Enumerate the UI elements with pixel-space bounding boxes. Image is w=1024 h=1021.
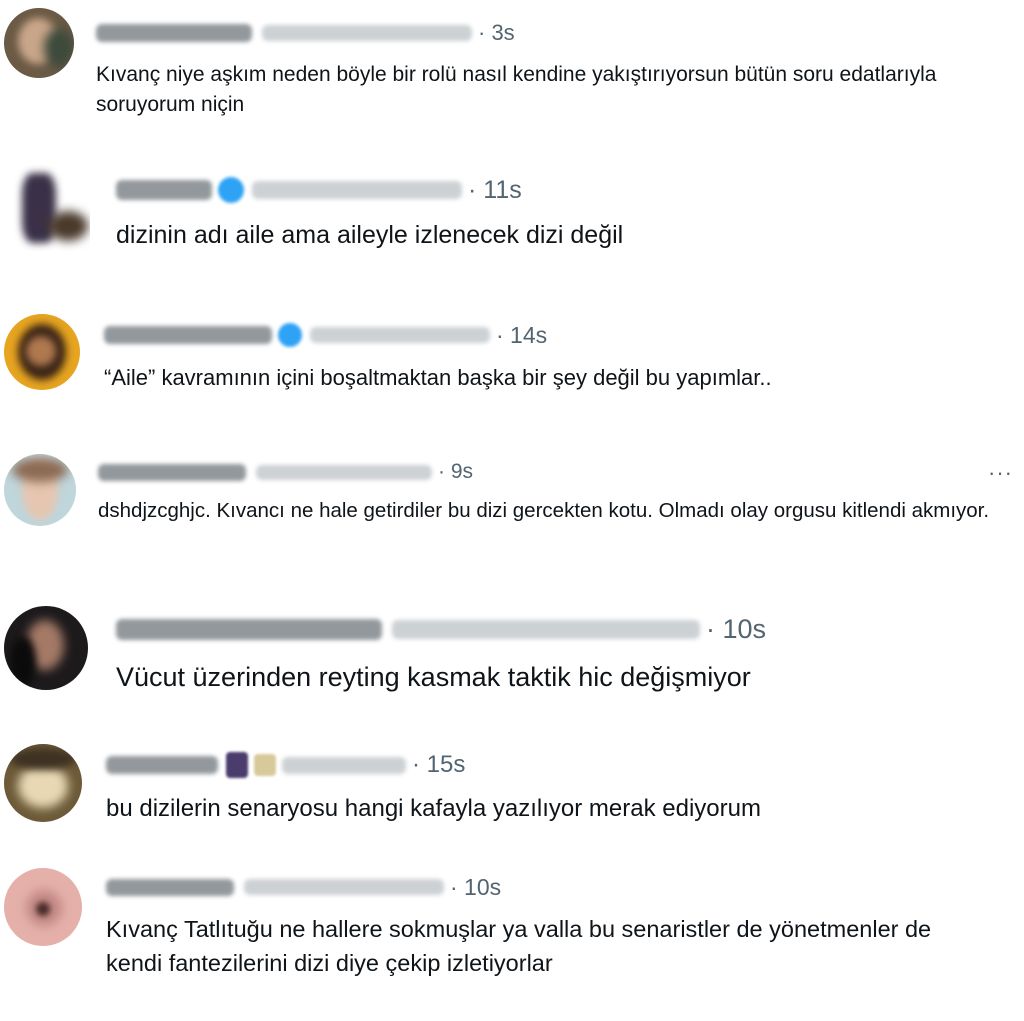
reply-header: · 10s [116, 612, 766, 646]
avatar[interactable] [4, 8, 74, 78]
reply-7: · 10s Kıvanç Tatlıtuğu ne hallere sokmuş… [0, 858, 1024, 1021]
username[interactable] [282, 756, 406, 774]
reply-header: · 15s [106, 750, 465, 780]
timestamp[interactable]: · 14s [496, 322, 547, 349]
username[interactable] [310, 327, 490, 343]
avatar[interactable] [4, 744, 82, 822]
reply-text: bu dizilerin senaryosu hangi kafayla yaz… [106, 795, 761, 822]
reply-header: · 14s [104, 320, 547, 350]
reply-4: · 9s ··· dshdjzcghjc. Kıvancı ne hale ge… [0, 440, 1024, 590]
emoji-icon [254, 754, 276, 776]
reply-header: · 3s [96, 18, 515, 48]
timestamp[interactable]: · 10s [450, 874, 501, 901]
timestamp[interactable]: · 9s [438, 460, 473, 484]
reply-header: · 11s [116, 173, 522, 207]
display-name[interactable] [106, 878, 234, 896]
avatar[interactable] [4, 165, 90, 251]
timestamp[interactable]: · 11s [468, 176, 522, 205]
display-name[interactable] [116, 618, 382, 640]
avatar[interactable] [4, 606, 88, 690]
username[interactable] [262, 25, 472, 41]
reply-3: · 14s “Aile” kavramının içini boşaltmakt… [0, 300, 1024, 430]
reply-text: Kıvanç niye aşkım neden böyle bir rolü n… [96, 63, 937, 117]
reply-6: · 15s bu dizilerin senaryosu hangi kafay… [0, 736, 1024, 856]
reply-header: · 9s [98, 458, 473, 486]
reply-2: · 11s dizinin adı aile ama aileyle izlen… [0, 155, 1024, 285]
reply-text: Kıvanç Tatlıtuğu ne hallere sokmuşlar ya… [106, 916, 932, 977]
timestamp[interactable]: · 10s [706, 614, 766, 645]
username[interactable] [256, 464, 432, 480]
display-name[interactable] [104, 326, 272, 344]
reply-text: dshdjzcghjc. Kıvancı ne hale getirdiler … [98, 499, 990, 522]
reply-text: dizinin adı aile ama aileyle izlenecek d… [116, 221, 624, 249]
display-name[interactable] [116, 180, 212, 200]
display-name[interactable] [98, 463, 246, 481]
username[interactable] [392, 619, 700, 639]
display-name[interactable] [96, 24, 252, 42]
avatar[interactable] [4, 454, 76, 526]
emoji-icon [226, 752, 248, 778]
reply-header: · 10s [106, 872, 501, 902]
timestamp[interactable]: · 15s [412, 751, 465, 779]
reply-1: · 3s Kıvanç niye aşkım neden böyle bir r… [0, 0, 1024, 140]
timestamp[interactable]: · 3s [478, 20, 515, 46]
verified-badge-icon [278, 323, 302, 347]
reply-text: “Aile” kavramının içini boşaltmaktan baş… [104, 365, 772, 390]
display-name[interactable] [106, 756, 218, 774]
verified-badge-icon [218, 177, 244, 203]
avatar[interactable] [4, 868, 82, 946]
reply-text: Vücut üzerinden reyting kasmak taktik hi… [116, 662, 751, 692]
username[interactable] [252, 181, 462, 199]
username[interactable] [244, 879, 444, 895]
reply-5: · 10s Vücut üzerinden reyting kasmak tak… [0, 596, 1024, 736]
avatar[interactable] [4, 314, 80, 390]
more-options-icon[interactable]: ··· [988, 460, 1013, 486]
